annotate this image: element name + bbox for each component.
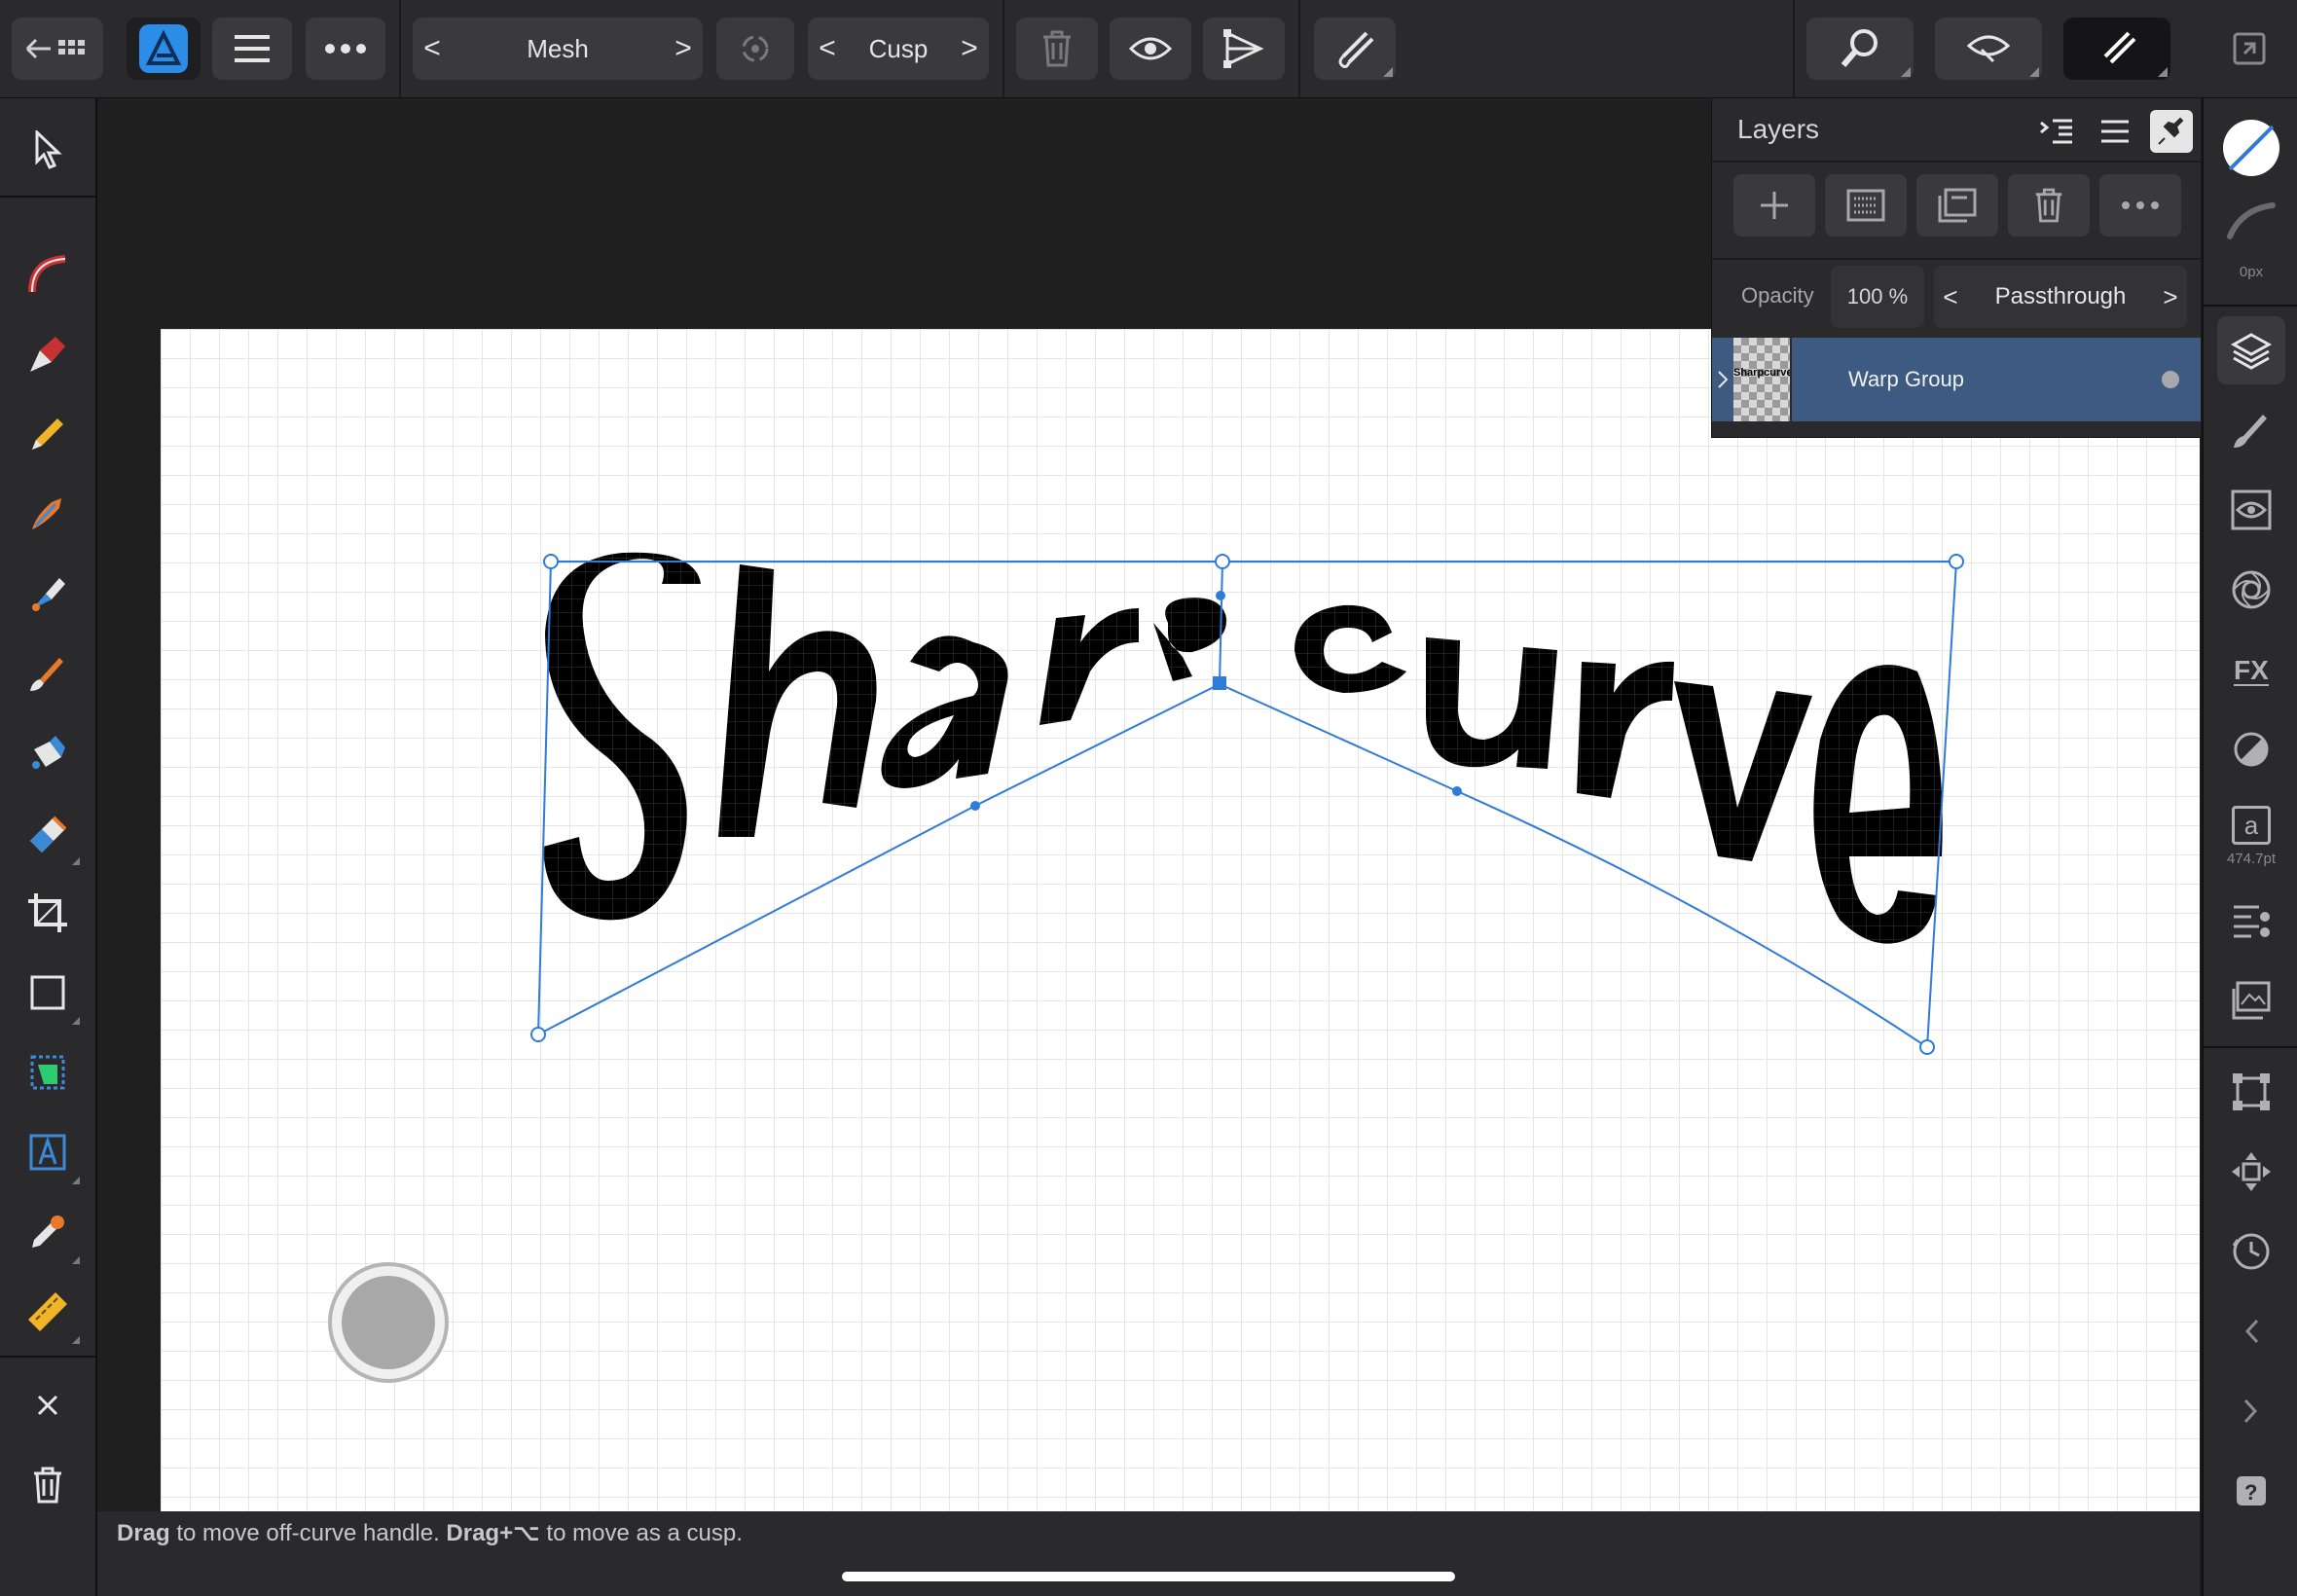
thumbnail-divider [1790, 338, 1792, 421]
fill-swatch[interactable] [2217, 114, 2285, 182]
command-controller[interactable] [328, 1262, 449, 1383]
ellipsis-icon [2122, 201, 2159, 209]
studio-panel-icon [2233, 32, 2266, 65]
layer-visibility-toggle[interactable] [2162, 371, 2179, 388]
off-curve-handle[interactable] [970, 801, 980, 811]
group-layers-icon [1938, 188, 1977, 223]
stroke-swatch[interactable] [2217, 194, 2285, 248]
warp-node[interactable] [1215, 554, 1230, 569]
layers-panel-title: Layers [1737, 114, 1820, 144]
blend-mode-next-arrow[interactable]: > [2154, 266, 2187, 328]
stroke-curve-icon [2227, 202, 2276, 239]
plus-icon [1761, 192, 1788, 219]
opacity-field[interactable]: 100 % [1831, 266, 1924, 328]
group-layers-button[interactable] [1916, 174, 1998, 236]
color-studio-button[interactable] [2217, 556, 2285, 624]
command-controller-knob[interactable] [342, 1276, 435, 1369]
layers-studio-button[interactable] [2217, 316, 2285, 384]
warp-node[interactable] [543, 554, 559, 569]
history-clock-icon [2232, 1233, 2270, 1270]
layers-panel: Layers Opacity 100 % < Passthrough > Sha… [1711, 98, 2201, 438]
status-hint-bold-1: Drag [117, 1520, 170, 1546]
help-button[interactable]: ? [2217, 1457, 2285, 1525]
opacity-label: Opacity [1741, 283, 1814, 308]
appearance-studio-button[interactable] [2217, 476, 2285, 544]
layer-more-button[interactable] [2099, 174, 2181, 236]
transparency-studio-button[interactable] [2217, 715, 2285, 783]
studio-divider [2204, 305, 2297, 307]
off-curve-handle[interactable] [1452, 786, 1462, 796]
chevron-left-icon [2244, 1319, 2259, 1344]
pin-panel-button[interactable] [2150, 110, 2193, 153]
previous-studio-button[interactable] [2217, 1297, 2285, 1365]
history-studio-button[interactable] [2217, 1217, 2285, 1286]
blend-mode-prev-arrow[interactable]: < [1934, 266, 1967, 328]
trash-icon [2035, 188, 2062, 223]
expand-layer-chevron[interactable] [1712, 338, 1733, 421]
appearance-eye-icon [2231, 490, 2272, 530]
fx-icon: FX [2234, 655, 2269, 686]
mask-layer-icon [1846, 189, 1885, 222]
help-icon: ? [2237, 1476, 2266, 1505]
layers-divider [1712, 258, 2201, 260]
layers-divider [1712, 161, 2201, 163]
brush-studio-icon [2234, 415, 2267, 448]
character-icon: a [2232, 805, 2271, 845]
layer-thumbnail: Sharpcurve [1733, 338, 1790, 421]
no-fill-icon [2223, 120, 2279, 176]
chevron-right-icon [2243, 1398, 2258, 1424]
blend-mode-label: Passthrough [1994, 283, 2127, 309]
transform-box-icon [2233, 1073, 2270, 1110]
add-mask-button[interactable] [1825, 174, 1907, 236]
selected-cusp-node[interactable] [1213, 676, 1226, 690]
blend-mode-stepper[interactable]: < Passthrough > [1934, 266, 2187, 328]
svg-text:?: ? [2244, 1480, 2257, 1505]
delete-layer-button[interactable] [2008, 174, 2090, 236]
context-status-bar: Drag to move off-curve handle. Drag+⌥ to… [97, 1511, 2200, 1596]
studio-toggle-button[interactable] [2215, 18, 2283, 80]
text-studio-button[interactable]: a 474.7pt [2217, 795, 2285, 877]
warped-text-artwork[interactable] [543, 552, 1943, 944]
assets-icon [2232, 981, 2271, 1020]
warp-node[interactable] [530, 1027, 546, 1042]
stroke-width-label: 0px [2239, 264, 2264, 280]
chevron-right-icon [1718, 371, 1729, 388]
status-hint-bold-2: Drag+⌥ [446, 1520, 540, 1546]
svg-text:FX: FX [2234, 655, 2269, 685]
navigator-studio-button[interactable] [2217, 1138, 2285, 1206]
add-layer-button[interactable] [1733, 174, 1815, 236]
transform-studio-button[interactable] [2217, 1058, 2285, 1126]
layers-stack-icon [2230, 333, 2273, 370]
layer-name: Warp Group [1848, 367, 1965, 391]
color-wheel-icon [2232, 570, 2271, 609]
font-size-label: 474.7pt [2226, 850, 2277, 867]
layer-hierarchy-icon [2040, 119, 2072, 144]
next-studio-button[interactable] [2217, 1377, 2285, 1445]
layers-options-button[interactable] [2035, 110, 2078, 153]
status-hint: Drag to move off-curve handle. Drag+⌥ to… [117, 1519, 743, 1547]
brushes-studio-button[interactable] [2217, 396, 2285, 464]
status-hint-text-2: to move as a cusp. [539, 1520, 743, 1546]
transparency-circle-icon [2234, 732, 2269, 767]
pin-icon [2158, 117, 2184, 145]
list-menu-icon [2101, 120, 2129, 143]
warp-node[interactable] [1919, 1039, 1935, 1055]
status-hint-text-1: to move off-curve handle. [169, 1520, 447, 1546]
studio-bar: 0px FX a 474.7pt ? [2202, 98, 2297, 1596]
home-indicator[interactable] [842, 1572, 1455, 1581]
move-arrows-icon [2232, 1152, 2271, 1191]
warp-node[interactable] [1949, 554, 1964, 569]
paragraph-studio-button[interactable] [2217, 887, 2285, 955]
layers-menu-button[interactable] [2094, 110, 2136, 153]
layer-thumbnail-text: Sharpcurve [1733, 367, 1790, 379]
paragraph-icon [2234, 905, 2270, 938]
layer-row[interactable]: Sharpcurve Warp Group [1712, 338, 2201, 421]
off-curve-handle[interactable] [1216, 591, 1225, 600]
assets-studio-button[interactable] [2217, 966, 2285, 1034]
effects-studio-button[interactable]: FX [2217, 635, 2285, 704]
studio-divider [2204, 1046, 2297, 1048]
